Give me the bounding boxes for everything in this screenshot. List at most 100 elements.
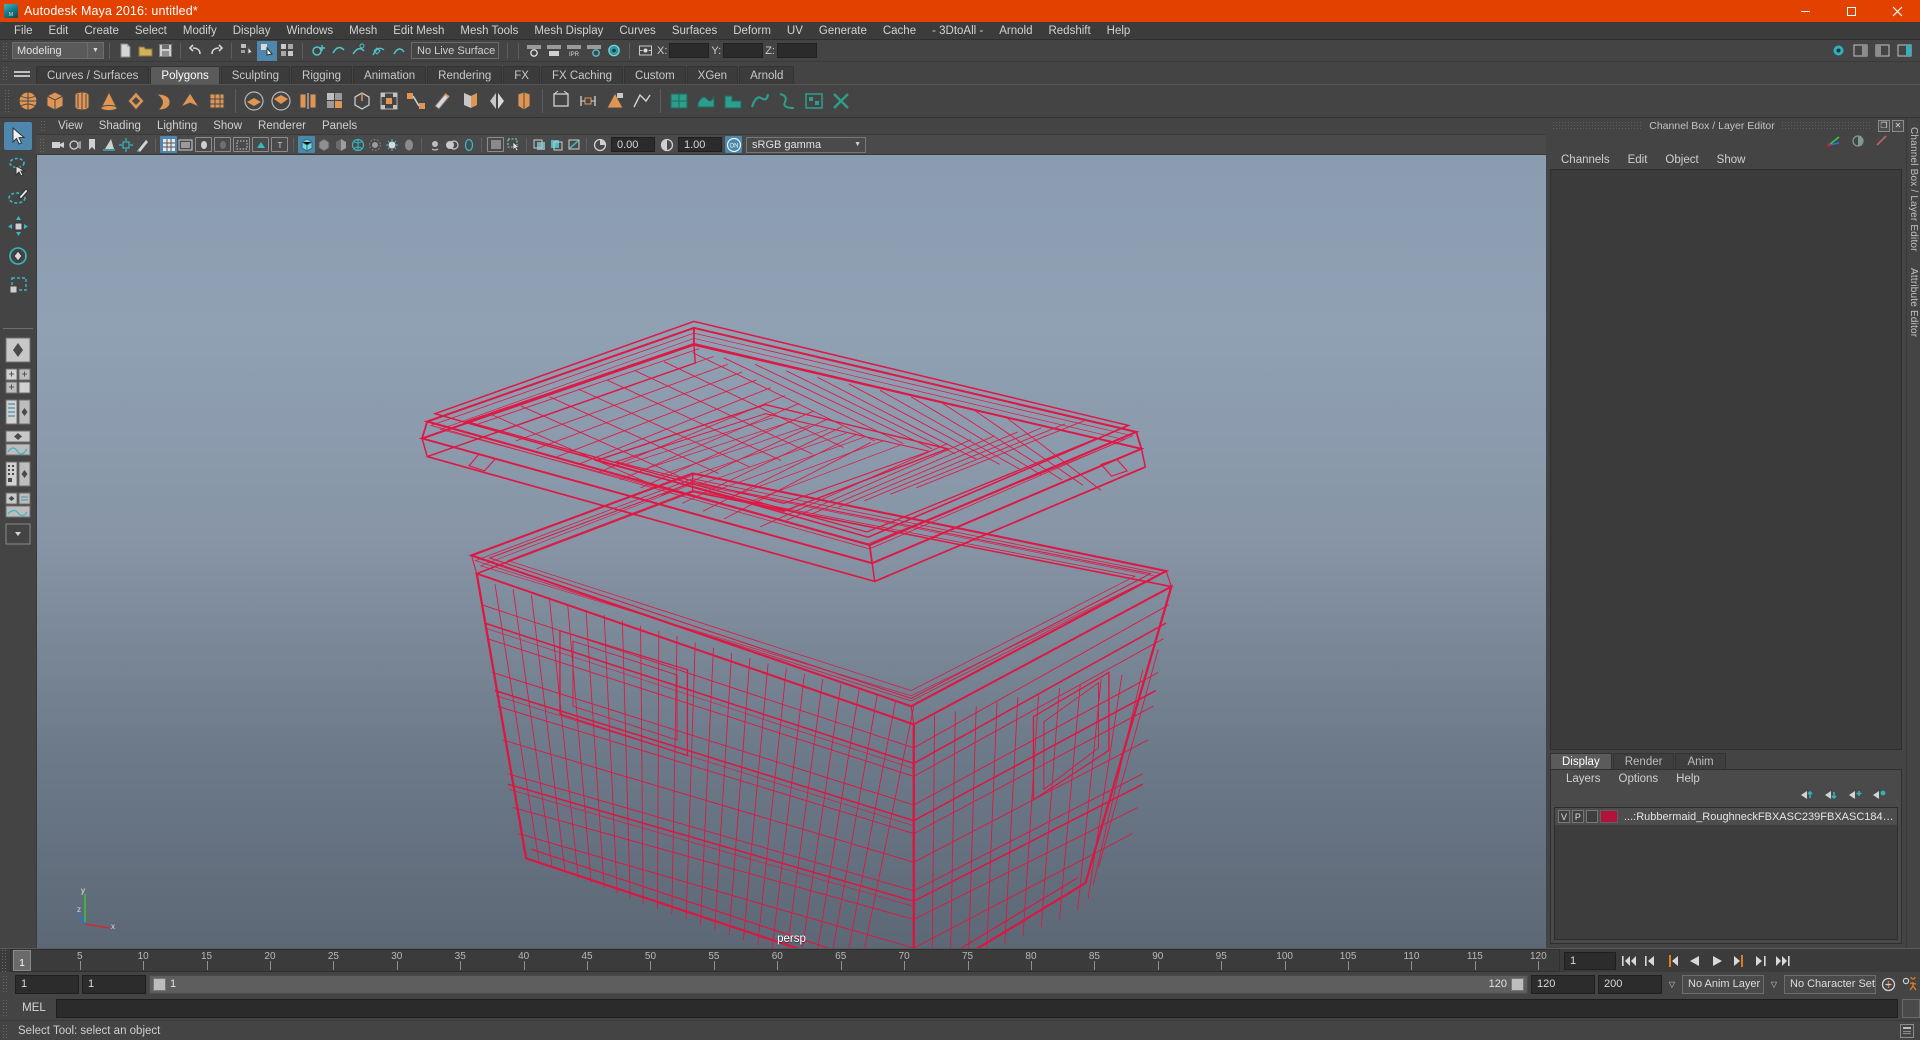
options-menu[interactable]: Options [1610,773,1668,785]
layer-row[interactable]: V P ...:Rubbermaid_RoughneckFBXASC239FBX… [1555,808,1897,825]
gamma-icon[interactable] [658,136,675,153]
move-layer-up-icon[interactable] [1800,789,1815,804]
time-slider-cursor[interactable]: 1 [13,950,31,971]
snap-to-curve-icon[interactable] [328,41,348,61]
paint-select-tool[interactable] [4,182,32,210]
uv-editor-icon[interactable] [666,88,692,114]
uv-snapshot-icon[interactable] [801,88,827,114]
menu-select[interactable]: Select [127,24,175,38]
dock-drag-rail-right[interactable] [1780,122,1872,129]
multisample-icon[interactable] [443,136,460,153]
select-by-component-type-icon[interactable] [277,41,297,61]
poly-bevel-icon[interactable] [376,88,402,114]
time-slider-grip[interactable] [1,949,8,972]
move-layer-down-icon[interactable] [1824,789,1839,804]
menu-set-selector[interactable]: Modeling [12,42,88,59]
exposure-value[interactable]: 0.00 [611,137,655,152]
gate-mask-icon[interactable] [214,137,231,152]
range-end-handle[interactable] [1511,977,1524,991]
shelf-grip[interactable] [2,66,9,80]
show-hide-attribute-editor-icon[interactable] [1850,41,1870,61]
shelf-icons-grip[interactable] [4,89,11,113]
resolution-gate-icon[interactable] [195,137,212,152]
isolate-select-arrow-icon[interactable] [505,136,522,153]
channels-menu[interactable]: Channels [1552,154,1619,166]
menu-help[interactable]: Help [1099,24,1139,38]
undock-icon[interactable]: ❐ [1878,119,1890,132]
layer-tab-display[interactable]: Display [1550,753,1612,769]
menu-cache[interactable]: Cache [875,24,924,38]
menu-3dtoall[interactable]: - 3DtoAll - [924,24,991,38]
poly-cube-icon[interactable] [42,88,68,114]
film-origin-icon[interactable] [233,137,250,152]
range-slider-grip[interactable] [2,975,9,993]
persp-outliner-layout[interactable] [4,399,32,425]
layer-tab-anim[interactable]: Anim [1675,753,1726,769]
scale-tool[interactable] [4,272,32,300]
poly-bridge-icon[interactable] [403,88,429,114]
color-space-dropdown[interactable]: sRGB gamma ▼ [746,136,866,153]
viewport-menu-renderer[interactable]: Renderer [250,120,314,132]
poly-append-icon[interactable] [430,88,456,114]
single-perspective-layout[interactable] [4,337,32,363]
flat-shade-icon[interactable] [332,136,349,153]
hypershade-persp-layout[interactable] [4,461,32,487]
step-back-key-icon[interactable] [1663,952,1682,970]
smooth-shade-icon[interactable] [315,136,332,153]
open-scene-icon[interactable] [135,41,155,61]
viewport-toolbar-grip[interactable] [39,137,46,152]
shelf-tab-fx[interactable]: FX [503,66,540,84]
playback-end-time-field[interactable]: 120 [1531,974,1595,994]
new-layer-icon[interactable] [1848,789,1863,804]
lasso-select-tool[interactable] [4,152,32,180]
menu-arnold[interactable]: Arnold [991,24,1040,38]
range-start-handle[interactable] [153,977,166,991]
move-tool[interactable] [4,212,32,240]
help-line-icon[interactable] [1900,1023,1914,1038]
shelf-tab-curves-surfaces[interactable]: Curves / Surfaces [36,66,150,84]
vertical-tab-attribute-editor[interactable]: Attribute Editor [1908,265,1919,340]
z-input[interactable] [776,43,817,58]
irq-render-icon[interactable] [544,41,564,61]
two-d-pan-zoom-icon[interactable] [117,136,134,153]
menu-deform[interactable]: Deform [725,24,779,38]
menu-set-caret-icon[interactable]: ▼ [88,42,104,59]
go-to-end-icon[interactable] [1773,952,1792,970]
persp-multi-layout[interactable] [4,492,32,518]
new-layer-from-selected-icon[interactable] [1872,789,1887,804]
script-editor-icon[interactable] [1902,998,1920,1018]
menu-create[interactable]: Create [76,24,127,38]
select-tool[interactable] [4,122,32,150]
layers-menu[interactable]: Layers [1557,773,1610,785]
help-line-grip[interactable] [2,1023,9,1038]
show-menu[interactable]: Show [1708,154,1755,166]
poly-combine-icon[interactable] [295,88,321,114]
motion-blur-icon[interactable] [426,136,443,153]
uv-planar-icon[interactable] [548,88,574,114]
layer-color-swatch[interactable] [1599,810,1618,823]
time-slider-track[interactable]: 1 5 10 15 20 25 30 35 40 45 50 55 60 65 70 75 80 85 90 95 1… [10,949,1560,972]
playback-start-time-field[interactable]: 1 [82,974,146,994]
vertical-tab-channel-box[interactable]: Channel Box / Layer Editor [1908,124,1919,255]
anim-layer-caret-icon[interactable]: ▽ [1665,975,1679,994]
redo-icon[interactable] [206,41,226,61]
select-camera-icon[interactable] [49,136,66,153]
step-forward-key-icon[interactable] [1729,952,1748,970]
shelf-tab-rigging[interactable]: Rigging [291,66,353,84]
uv-sew-icon[interactable] [774,88,800,114]
film-gate-icon[interactable] [177,136,194,153]
snap-to-grid-icon[interactable] [308,41,328,61]
menu-modify[interactable]: Modify [175,24,225,38]
layer-display-type-toggle[interactable] [1585,810,1598,823]
poly-plane-icon[interactable] [150,88,176,114]
shelf-tab-rendering[interactable]: Rendering [427,66,503,84]
select-by-object-type-icon[interactable] [257,40,277,61]
exposure-icon[interactable] [591,136,608,153]
animation-end-time-field[interactable]: 200 [1598,974,1662,994]
select-by-hierarchy-icon[interactable] [237,41,257,61]
menu-mesh-display[interactable]: Mesh Display [526,24,611,38]
grease-pencil-icon[interactable] [134,136,151,153]
viewport-menu-show[interactable]: Show [205,120,250,132]
menu-edit-mesh[interactable]: Edit Mesh [385,24,452,38]
animation-start-time-field[interactable]: 1 [15,974,79,994]
